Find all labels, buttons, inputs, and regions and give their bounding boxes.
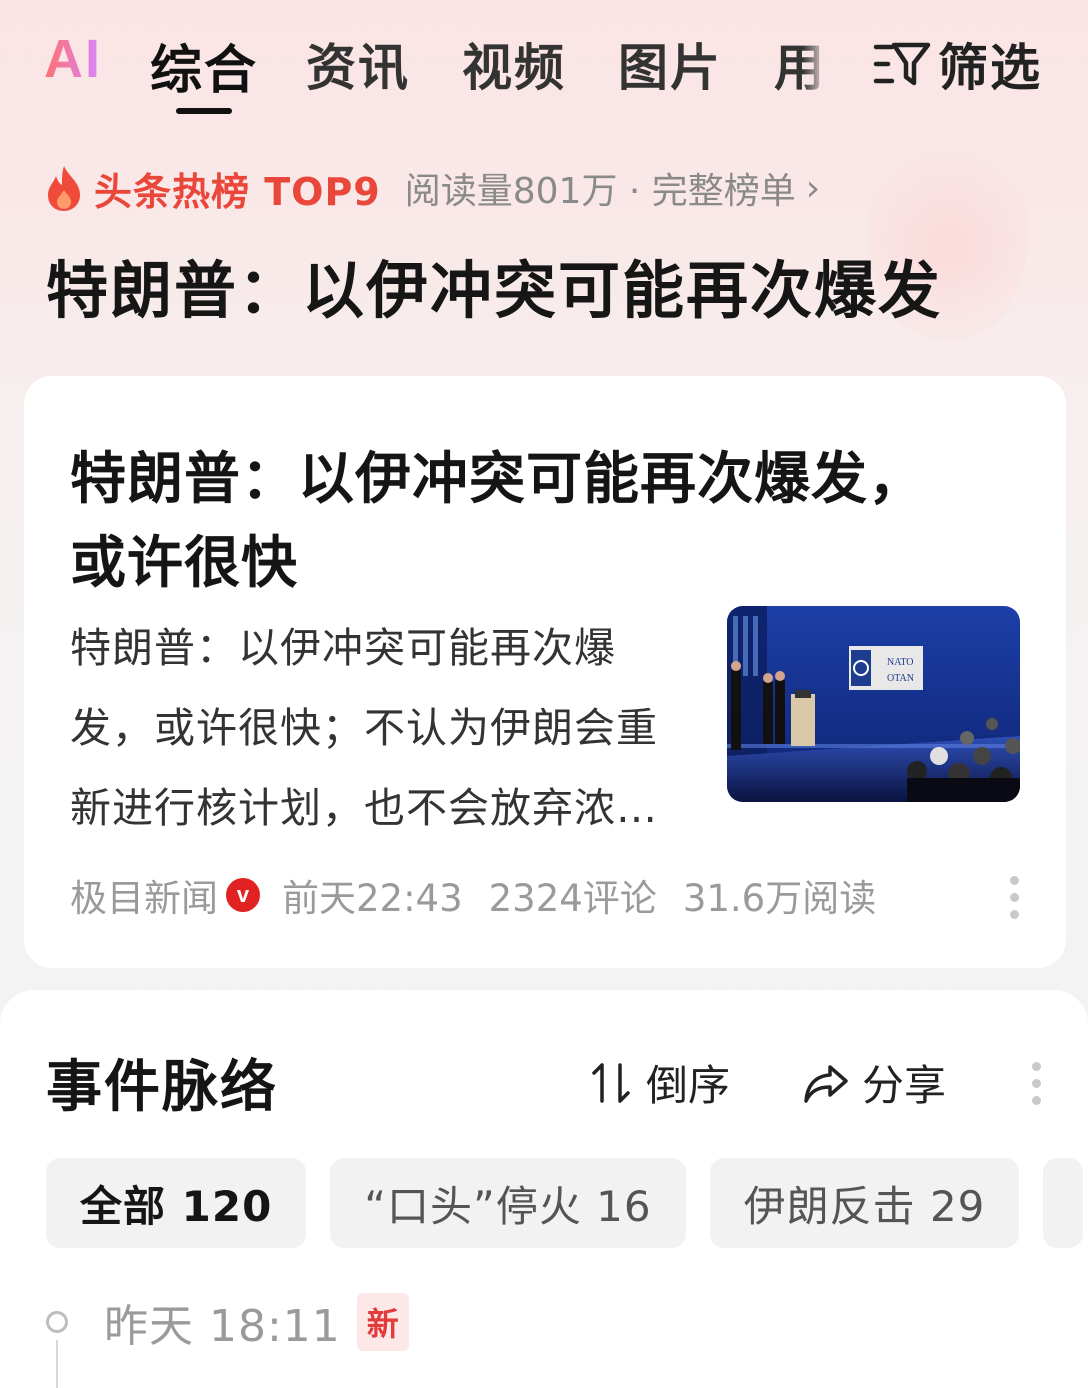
filter-label: 筛选	[938, 39, 1042, 97]
chip-iran-counterattack[interactable]: 伊朗反击 29	[709, 1158, 1020, 1248]
timeline-title: 事件脉络	[46, 1055, 278, 1120]
nato-sign-text: NATO	[887, 657, 913, 668]
timeline-connector-line	[56, 1340, 58, 1388]
tab-users[interactable]: 用	[774, 28, 826, 100]
article-card[interactable]: 特朗普：以伊冲突可能再次爆发， 或许很快 特朗普：以伊冲突可能再次爆发，或许很快…	[24, 376, 1066, 968]
share-button[interactable]: 分享	[802, 1052, 946, 1113]
chip-all[interactable]: 全部 120	[46, 1158, 307, 1248]
hot-list-title: 头条热榜 TOP9	[94, 169, 381, 214]
tab-video[interactable]: 视频	[462, 28, 566, 100]
press-conference-image: NATO OTAN	[727, 606, 1020, 802]
topic-title: 特朗普：以伊冲突可能再次爆发	[46, 254, 943, 327]
article-source[interactable]: 极目新闻	[70, 868, 218, 922]
article-summary: 特朗普：以伊冲突可能再次爆发，或许很快；不认为伊朗会重新进行核计划，也不会放弃浓…	[70, 624, 658, 832]
tab-comprehensive[interactable]: 综合	[150, 28, 258, 103]
share-icon	[804, 1064, 848, 1103]
chevron-right-icon: ›	[805, 167, 821, 209]
search-tab-bar: AI 综合 资讯 视频 图片 用 筛选	[0, 0, 1088, 130]
article-title: 特朗普：以伊冲突可能再次爆发， 或许很快	[70, 438, 970, 606]
article-title-line: 特朗普：以伊冲突可能再次爆发，	[70, 447, 925, 512]
sort-icon	[592, 1062, 630, 1103]
hot-list-meta: 阅读量801万 · 完整榜单	[404, 171, 796, 212]
verified-badge-icon: v	[226, 878, 260, 912]
tab-ai[interactable]: AI	[44, 28, 102, 90]
timeline-dot	[46, 1311, 68, 1333]
hot-list-link[interactable]: 头条热榜 TOP9 阅读量801万 · 完整榜单 ›	[44, 163, 821, 214]
article-comments: 2324评论	[488, 877, 657, 920]
otan-sign-text: OTAN	[887, 673, 914, 684]
active-tab-indicator	[176, 108, 232, 114]
timeline-entry-time: 昨天 18:11	[104, 1301, 341, 1352]
sort-label: 倒序	[646, 1061, 731, 1110]
timeline-filter-chips: 全部 120 “口头”停火 16 伊朗反击 29	[46, 1158, 1084, 1248]
article-reads: 31.6万阅读	[682, 877, 877, 920]
sort-button[interactable]: 倒序	[590, 1052, 730, 1113]
article-title-line: 或许很快	[70, 531, 298, 596]
article-time: 前天22:43	[282, 877, 463, 920]
tab-news[interactable]: 资讯	[306, 28, 410, 100]
chip-overflow[interactable]	[1043, 1158, 1084, 1248]
more-options-icon[interactable]	[1010, 876, 1020, 919]
article-thumbnail[interactable]: NATO OTAN	[727, 606, 1020, 802]
chip-verbal-ceasefire[interactable]: “口头”停火 16	[330, 1158, 686, 1248]
article-meta: 极目新闻 v 前天22:43 2324评论 31.6万阅读	[70, 868, 876, 922]
share-label: 分享	[862, 1061, 947, 1110]
timeline-entry[interactable]: 昨天 18:11 新	[46, 1290, 409, 1354]
filter-button[interactable]: 筛选	[872, 28, 1042, 100]
new-badge: 新	[356, 1293, 409, 1351]
filter-icon	[873, 42, 931, 86]
flame-icon	[48, 166, 80, 211]
tab-images[interactable]: 图片	[618, 28, 722, 100]
panel-more-icon[interactable]	[1032, 1062, 1042, 1105]
event-timeline-panel: 事件脉络 倒序 分享 全部 120 “口头”停火 16 伊朗反击 29 昨天 1…	[0, 990, 1088, 1388]
